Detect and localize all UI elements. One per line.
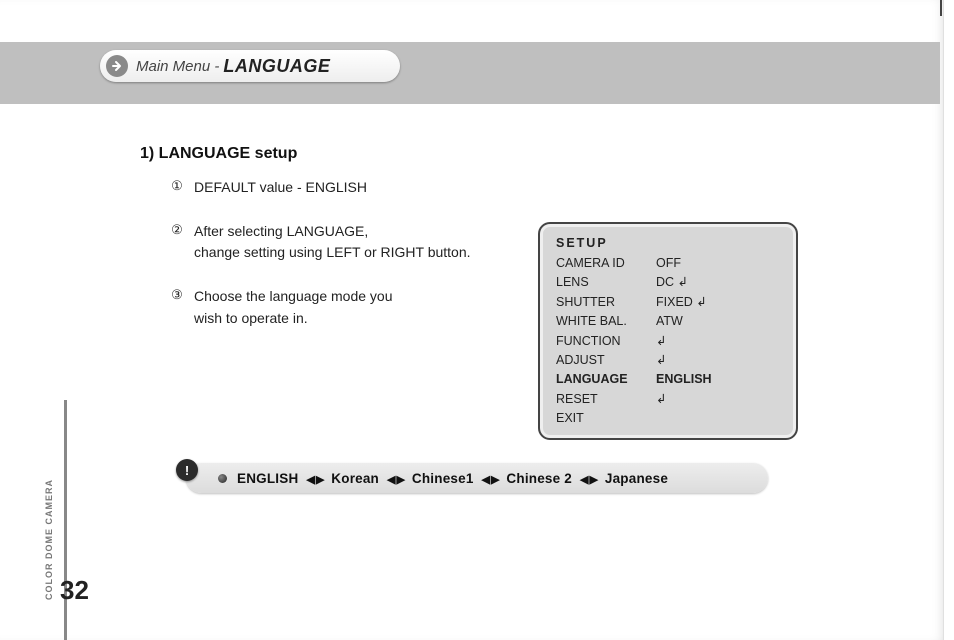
- setup-menu-row: FUNCTION ↲: [556, 332, 780, 351]
- step-text: After selecting LANGUAGE,change setting …: [194, 221, 471, 264]
- setup-row-key: WHITE BAL.: [556, 312, 656, 331]
- setup-row-key: ADJUST: [556, 351, 656, 370]
- enter-icon: ↲: [656, 392, 666, 406]
- setup-menu-row: SHUTTERFIXED ↲: [556, 293, 780, 312]
- step-item: ① DEFAULT value - ENGLISH: [168, 177, 814, 199]
- enter-icon: ↲: [656, 353, 666, 367]
- setup-row-key: LANGUAGE: [556, 370, 656, 389]
- setup-menu-row: LENSDC ↲: [556, 273, 780, 292]
- setup-row-value: ↲: [656, 351, 666, 370]
- setup-row-key: RESET: [556, 390, 656, 409]
- setup-row-value: ATW: [656, 312, 683, 331]
- setup-menu-box: SETUP CAMERA IDOFFLENSDC ↲SHUTTERFIXED ↲…: [538, 222, 798, 440]
- setup-menu-row: ADJUST ↲: [556, 351, 780, 370]
- setup-row-key: CAMERA ID: [556, 254, 656, 273]
- breadcrumb-main: LANGUAGE: [223, 56, 330, 77]
- setup-row-value: DC ↲: [656, 273, 688, 292]
- setup-row-value: ↲: [656, 332, 666, 351]
- section-heading: 1) LANGUAGE setup: [140, 145, 814, 163]
- setup-menu-row: WHITE BAL.ATW: [556, 312, 780, 331]
- setup-menu-row: EXIT: [556, 409, 780, 428]
- language-options-bar: ! ENGLISH ◀ ▶ Korean ◀ ▶ Chinese1 ◀ ▶ Ch…: [186, 463, 768, 493]
- setup-row-key: LENS: [556, 273, 656, 292]
- breadcrumb-prefix: Main Menu -: [136, 58, 219, 75]
- info-badge-icon: !: [176, 459, 198, 481]
- setup-menu-row: RESET ↲: [556, 390, 780, 409]
- breadcrumb-pill: Main Menu - LANGUAGE: [100, 50, 400, 82]
- language-options-text: ENGLISH ◀ ▶ Korean ◀ ▶ Chinese1 ◀ ▶ Chin…: [237, 471, 668, 486]
- setup-menu-title: SETUP: [556, 236, 780, 250]
- setup-menu-rows: CAMERA IDOFFLENSDC ↲SHUTTERFIXED ↲WHITE …: [556, 254, 780, 428]
- step-text: DEFAULT value - ENGLISH: [194, 177, 367, 199]
- enter-icon: ↲: [693, 295, 707, 309]
- step-number: ①: [168, 178, 186, 196]
- setup-row-key: EXIT: [556, 409, 656, 428]
- page-edge-mark: [940, 0, 942, 16]
- setup-row-value: OFF: [656, 254, 681, 273]
- setup-menu-row: LANGUAGEENGLISH: [556, 370, 780, 389]
- bullet-icon: [218, 474, 227, 483]
- arrow-right-circle-icon: [106, 55, 128, 77]
- setup-row-key: FUNCTION: [556, 332, 656, 351]
- setup-row-value: ↲: [656, 390, 666, 409]
- enter-icon: ↲: [656, 334, 666, 348]
- step-text: Choose the language mode youwish to oper…: [194, 286, 392, 329]
- step-number: ②: [168, 222, 186, 240]
- setup-row-value: FIXED ↲: [656, 293, 707, 312]
- page-number: 32: [60, 575, 89, 606]
- setup-menu-row: CAMERA IDOFF: [556, 254, 780, 273]
- setup-row-key: SHUTTER: [556, 293, 656, 312]
- side-label: COLOR DOME CAMERA: [44, 479, 54, 600]
- enter-icon: ↲: [674, 275, 688, 289]
- step-number: ③: [168, 287, 186, 305]
- setup-row-value: ENGLISH: [656, 370, 712, 389]
